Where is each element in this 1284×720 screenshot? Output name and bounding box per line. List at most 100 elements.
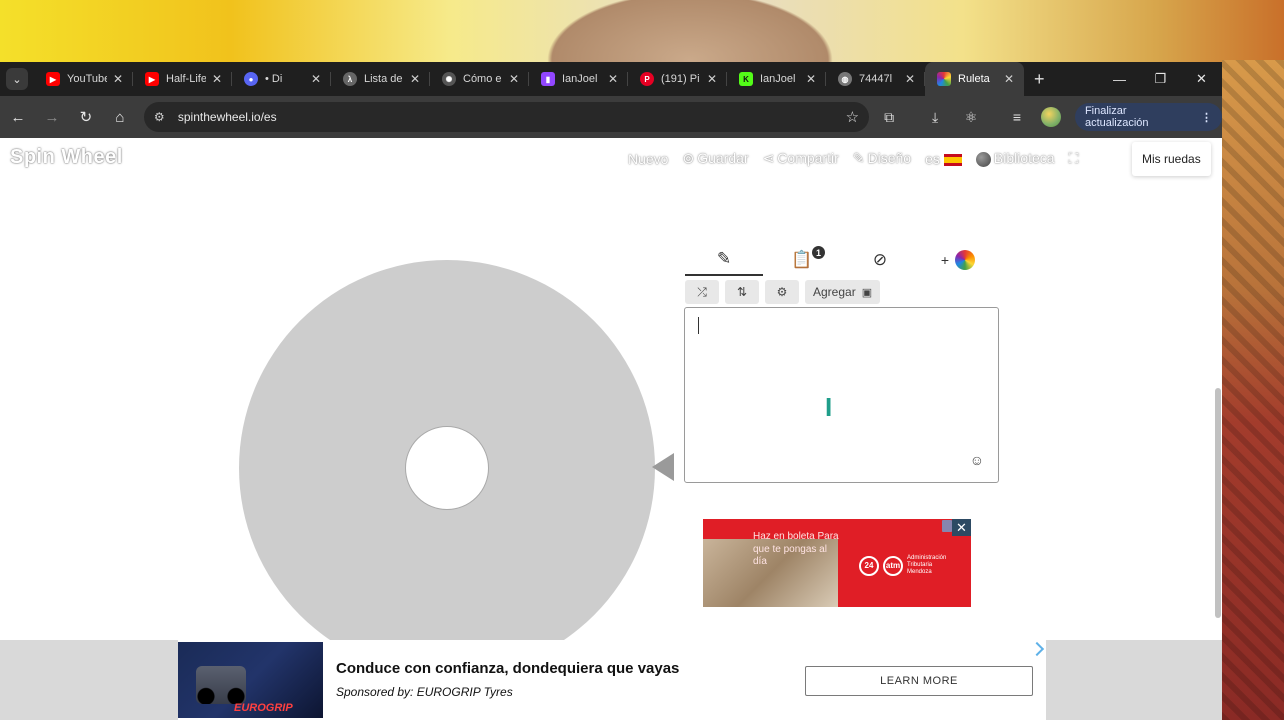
close-icon[interactable]: ✕ (113, 72, 123, 86)
plus-icon: + (940, 252, 950, 268)
page-scrollbar[interactable] (1214, 178, 1222, 618)
wheel-center-hub[interactable] (405, 426, 489, 510)
back-icon[interactable]: ← (2, 101, 34, 133)
spin-wheel[interactable] (239, 260, 655, 640)
eye-slash-icon: ⊘ (872, 250, 888, 269)
language-selector[interactable]: es (925, 151, 962, 167)
extensions-icon[interactable]: ⧉ (873, 101, 905, 133)
design-link[interactable]: ✎ Diseño (853, 150, 911, 167)
browser-window: ⌄ ▶ YouTube ✕ ▶ Half-Life ✕ ● • Di ✕ λ L… (0, 62, 1222, 720)
share-link[interactable]: ⋖ Compartir (763, 150, 839, 167)
bookmark-star-icon[interactable]: ☆ (846, 108, 859, 126)
sort-button[interactable]: ⇅ (725, 280, 759, 304)
clipboard-icon: 📋 (791, 250, 813, 269)
url-text: spinthewheel.io/es (177, 110, 277, 124)
close-icon[interactable]: ✕ (311, 72, 321, 86)
color-wheel-icon (955, 250, 976, 270)
forward-icon[interactable]: → (36, 101, 68, 133)
reload-icon[interactable]: ↻ (70, 101, 102, 133)
motorcycle-image (196, 666, 246, 704)
learn-more-button[interactable]: LEARN MORE (805, 666, 1033, 696)
my-wheels-button[interactable]: Mis ruedas (1132, 142, 1211, 176)
tab-title: Lista de (364, 73, 403, 85)
translate-icon[interactable]: ⚛ (955, 101, 987, 133)
fullscreen-icon[interactable]: ⛶ (1069, 150, 1079, 167)
tab-title: 74447l (859, 73, 893, 85)
site-logo[interactable]: Spin Wheel (10, 146, 123, 169)
tab-search-button[interactable]: ⌄ (6, 68, 28, 90)
ad-headline: Haz en boleta Para que te pongas al día (753, 531, 839, 567)
spain-flag-icon (943, 153, 962, 166)
tab-lista[interactable]: λ Lista de ✕ (331, 62, 430, 96)
tab-strip: ⌄ ▶ YouTube ✕ ▶ Half-Life ✕ ● • Di ✕ λ L… (0, 62, 1222, 96)
new-link[interactable]: Nuevo (628, 151, 668, 167)
emoji-icon[interactable]: ☺ (970, 452, 984, 468)
tab-como[interactable]: ✺ Cómo e ✕ (430, 62, 529, 96)
add-image-button[interactable]: Agregar ▣ (805, 280, 881, 304)
site-topnav: Nuevo ⊚ Guardar ⋖ Compartir ✎ Diseño es Bib… (628, 150, 1078, 167)
globe-icon (975, 151, 991, 167)
address-bar[interactable]: ⚙ spinthewheel.io/es ☆ (143, 102, 870, 132)
restore-icon[interactable]: ❐ (1140, 62, 1181, 96)
close-icon[interactable]: ✕ (509, 72, 519, 86)
tab-ruleta[interactable]: Ruleta ✕ (925, 62, 1024, 96)
sort-icon: ⇅ (736, 285, 748, 299)
tab-pinterest[interactable]: P (191) Pi ✕ (628, 62, 727, 96)
close-icon[interactable]: ✕ (212, 72, 222, 86)
ad-close-button[interactable]: ✕ (952, 519, 971, 536)
tab-title: Half-Life (166, 73, 206, 85)
bottom-ad[interactable]: EUROGRIP Conduce con confianza, dondequi… (178, 640, 1046, 720)
profile-avatar[interactable] (1040, 107, 1061, 127)
ad-brand-tag: EUROGRIP (234, 702, 293, 714)
tab-results[interactable]: 📋 1 (763, 244, 841, 276)
tab-kick[interactable]: K IanJoel ✕ (727, 62, 826, 96)
ad-banner[interactable]: Haz en boleta Para que te pongas al día … (703, 519, 971, 607)
shuffle-button[interactable]: ⤮ (685, 280, 719, 304)
tab-twitch[interactable]: ▮ IanJoel ✕ (529, 62, 628, 96)
tab-add-color[interactable]: + (919, 244, 997, 276)
home-icon[interactable]: ⌂ (104, 101, 136, 133)
new-label: Nuevo (628, 150, 669, 167)
tab-74447[interactable]: ◍ 74447l ✕ (826, 62, 925, 96)
close-icon[interactable]: ✕ (410, 72, 420, 86)
close-icon[interactable]: ✕ (806, 72, 816, 86)
tab-entries[interactable]: ✎ (685, 244, 763, 276)
close-window-icon[interactable]: ✕ (1181, 62, 1222, 96)
pencil-icon: ✎ (716, 249, 732, 268)
more-menu-icon[interactable]: ⋮ (1201, 111, 1212, 124)
finish-update-button[interactable]: Finalizar actualización ⋮ (1074, 103, 1222, 131)
bottom-ad-bar: EUROGRIP Conduce con confianza, dondequi… (0, 640, 1222, 720)
results-count-badge: 1 (812, 246, 825, 259)
new-tab-button[interactable]: + (1034, 69, 1045, 90)
openai-icon: ✺ (442, 72, 456, 86)
tab-half-life[interactable]: ▶ Half-Life ✕ (133, 62, 232, 96)
scrollbar-thumb[interactable] (1215, 388, 1221, 618)
share-label: Compartir (777, 150, 839, 166)
minimize-icon[interactable]: — (1099, 62, 1140, 96)
save-icon: ⊚ (682, 150, 695, 166)
ad-brand-name: atm (883, 555, 903, 576)
tab-title: YouTube (67, 73, 107, 85)
close-icon[interactable]: ✕ (707, 72, 717, 86)
ad-agency: Administración Tributaria Mendoza (907, 555, 947, 576)
settings-button[interactable]: ⚙ (765, 280, 799, 304)
entries-textarea[interactable]: I ☺ (684, 307, 999, 483)
adchoices-icon[interactable] (942, 520, 952, 532)
tab-title: • Di (265, 73, 283, 85)
tab-discord[interactable]: ● • Di ✕ (232, 62, 331, 96)
adchoices-icon[interactable] (1029, 641, 1045, 657)
tab-hidden[interactable]: ⊘ (841, 244, 919, 276)
bottom-ad-headline: Conduce con confianza, dondequiera que v… (336, 660, 680, 677)
download-icon[interactable]: ⤓ (919, 101, 951, 133)
youtube-icon: ▶ (145, 72, 159, 86)
library-link[interactable]: Biblioteca (975, 150, 1055, 167)
close-icon[interactable]: ✕ (905, 72, 915, 86)
close-icon[interactable]: ✕ (1004, 72, 1014, 86)
save-link[interactable]: ⊚ Guardar (682, 150, 748, 167)
site-info-icon[interactable]: ⚙ (154, 110, 174, 124)
globe-icon: ◍ (838, 72, 852, 86)
update-button-label: Finalizar actualización (1084, 105, 1149, 129)
media-controls-icon[interactable]: ≡ (1001, 101, 1033, 133)
close-icon[interactable]: ✕ (608, 72, 618, 86)
tab-youtube[interactable]: ▶ YouTube ✕ (34, 62, 133, 96)
